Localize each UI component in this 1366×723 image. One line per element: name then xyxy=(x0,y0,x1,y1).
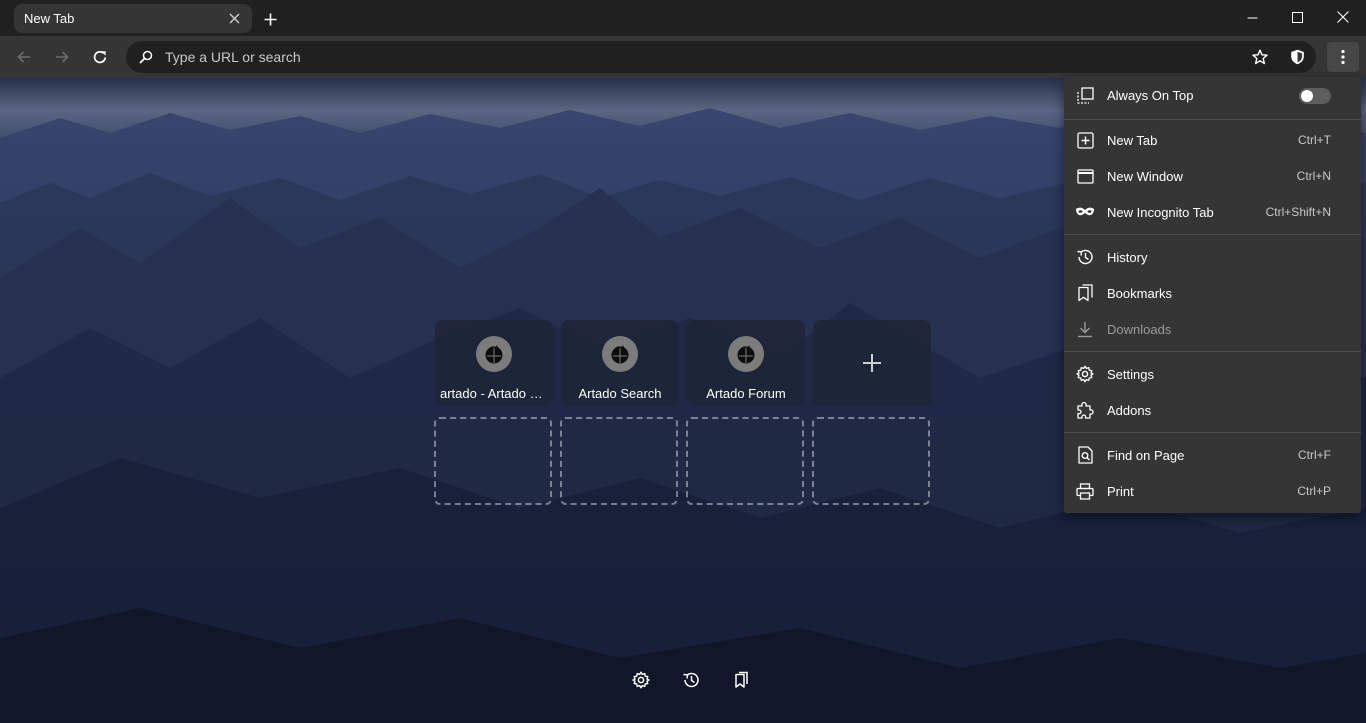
reload-button[interactable] xyxy=(88,45,112,69)
history-button[interactable] xyxy=(679,668,703,692)
browser-menu: Always On Top New Tab Ctrl+T New Window … xyxy=(1064,77,1361,513)
menu-item-label: Always On Top xyxy=(1107,87,1194,103)
plus-icon xyxy=(264,13,276,25)
menu-item-label: Settings xyxy=(1107,366,1154,382)
reload-icon xyxy=(93,50,107,64)
maximize-button[interactable] xyxy=(1275,0,1320,34)
bookmarks-button[interactable] xyxy=(729,668,753,692)
minimize-icon xyxy=(1247,17,1258,18)
close-icon xyxy=(1336,11,1349,23)
menu-item-label: Print xyxy=(1107,483,1134,499)
maximize-icon xyxy=(1292,11,1303,23)
menu-item-label: New Tab xyxy=(1107,132,1158,148)
menu-item-always-on-top[interactable]: Always On Top xyxy=(1064,78,1361,112)
menu-item-label: Find on Page xyxy=(1107,447,1185,463)
add-shortcut-button[interactable] xyxy=(813,320,931,406)
plus-icon xyxy=(863,354,881,372)
shortcut-label: Artado Forum xyxy=(706,386,786,401)
toggle-knob xyxy=(1301,90,1313,102)
menu-item-label: Bookmarks xyxy=(1107,285,1173,301)
arrow-right-icon xyxy=(56,51,69,63)
empty-shortcut-slot xyxy=(686,417,804,505)
address-input[interactable] xyxy=(165,41,1225,73)
history-icon xyxy=(1075,248,1095,266)
toolbar xyxy=(0,36,1366,78)
menu-item-shortcut: Ctrl+T xyxy=(1298,133,1331,147)
menu-item-settings[interactable]: Settings xyxy=(1064,357,1361,391)
shortcut-label: Artado Search xyxy=(578,386,662,401)
bookmarks-icon xyxy=(1075,284,1095,302)
menu-divider xyxy=(1064,432,1361,433)
close-icon[interactable] xyxy=(226,11,242,27)
empty-shortcut-slot xyxy=(434,417,552,505)
empty-shortcut-slot xyxy=(560,417,678,505)
settings-button[interactable] xyxy=(629,668,653,692)
menu-item-bookmarks[interactable]: Bookmarks xyxy=(1064,276,1361,310)
incognito-mask-icon xyxy=(1075,203,1095,221)
menu-item-history[interactable]: History xyxy=(1064,240,1361,274)
always-on-top-toggle[interactable] xyxy=(1299,88,1331,104)
menu-item-shortcut: Ctrl+Shift+N xyxy=(1265,205,1331,219)
menu-item-label: New Incognito Tab xyxy=(1107,204,1214,220)
arrow-left-icon xyxy=(17,51,30,63)
find-in-page-icon xyxy=(1075,446,1095,464)
new-tab-icon xyxy=(1075,131,1095,149)
menu-item-label: History xyxy=(1107,249,1148,265)
search-icon xyxy=(138,49,154,65)
shield-icon[interactable] xyxy=(1289,49,1305,65)
empty-shortcut-slot xyxy=(812,417,930,505)
always-on-top-icon xyxy=(1075,86,1095,104)
menu-divider xyxy=(1064,119,1361,120)
title-bar: New Tab xyxy=(0,0,1366,36)
menu-item-new-incognito-tab[interactable]: New Incognito Tab Ctrl+Shift+N xyxy=(1064,195,1361,229)
gear-icon xyxy=(632,671,650,689)
menu-item-label: New Window xyxy=(1107,168,1183,184)
shortcut-label: artado - Artado Search xyxy=(440,386,548,401)
download-icon xyxy=(1075,320,1095,338)
menu-item-label: Addons xyxy=(1107,402,1152,418)
menu-item-shortcut: Ctrl+P xyxy=(1297,484,1331,498)
menu-button[interactable] xyxy=(1327,42,1359,72)
menu-item-label: Downloads xyxy=(1107,321,1172,337)
menu-divider xyxy=(1064,234,1361,235)
menu-item-new-window[interactable]: New Window Ctrl+N xyxy=(1064,159,1361,193)
menu-item-new-tab[interactable]: New Tab Ctrl+T xyxy=(1064,123,1361,157)
puzzle-piece-icon xyxy=(1075,401,1095,419)
menu-item-shortcut: Ctrl+F xyxy=(1298,448,1331,462)
more-vertical-icon xyxy=(1341,49,1345,65)
menu-item-print[interactable]: Print Ctrl+P xyxy=(1064,474,1361,508)
shortcut-tile[interactable]: Artado Forum xyxy=(687,320,805,406)
bookmarks-icon xyxy=(735,671,748,688)
menu-item-shortcut: Ctrl+N xyxy=(1296,169,1331,183)
shortcut-tile[interactable]: artado - Artado Search xyxy=(435,320,553,406)
artado-logo-icon xyxy=(476,336,512,372)
menu-divider xyxy=(1064,351,1361,352)
tab-title: New Tab xyxy=(24,11,75,26)
back-button[interactable] xyxy=(12,45,36,69)
printer-icon xyxy=(1075,482,1095,500)
star-icon[interactable] xyxy=(1252,49,1268,65)
artado-logo-icon xyxy=(728,336,764,372)
gear-icon xyxy=(1075,365,1095,383)
menu-item-find-on-page[interactable]: Find on Page Ctrl+F xyxy=(1064,438,1361,472)
forward-button[interactable] xyxy=(50,45,74,69)
menu-item-downloads[interactable]: Downloads xyxy=(1064,312,1361,346)
window-icon xyxy=(1075,167,1095,185)
close-window-button[interactable] xyxy=(1320,0,1365,34)
new-tab-button[interactable] xyxy=(258,8,282,30)
shortcut-tile[interactable]: Artado Search xyxy=(561,320,679,406)
minimize-button[interactable] xyxy=(1230,0,1275,34)
omnibox xyxy=(126,41,1316,73)
artado-logo-icon xyxy=(602,336,638,372)
menu-item-addons[interactable]: Addons xyxy=(1064,393,1361,427)
tab-new-tab[interactable]: New Tab xyxy=(14,4,252,33)
history-icon xyxy=(683,672,699,688)
